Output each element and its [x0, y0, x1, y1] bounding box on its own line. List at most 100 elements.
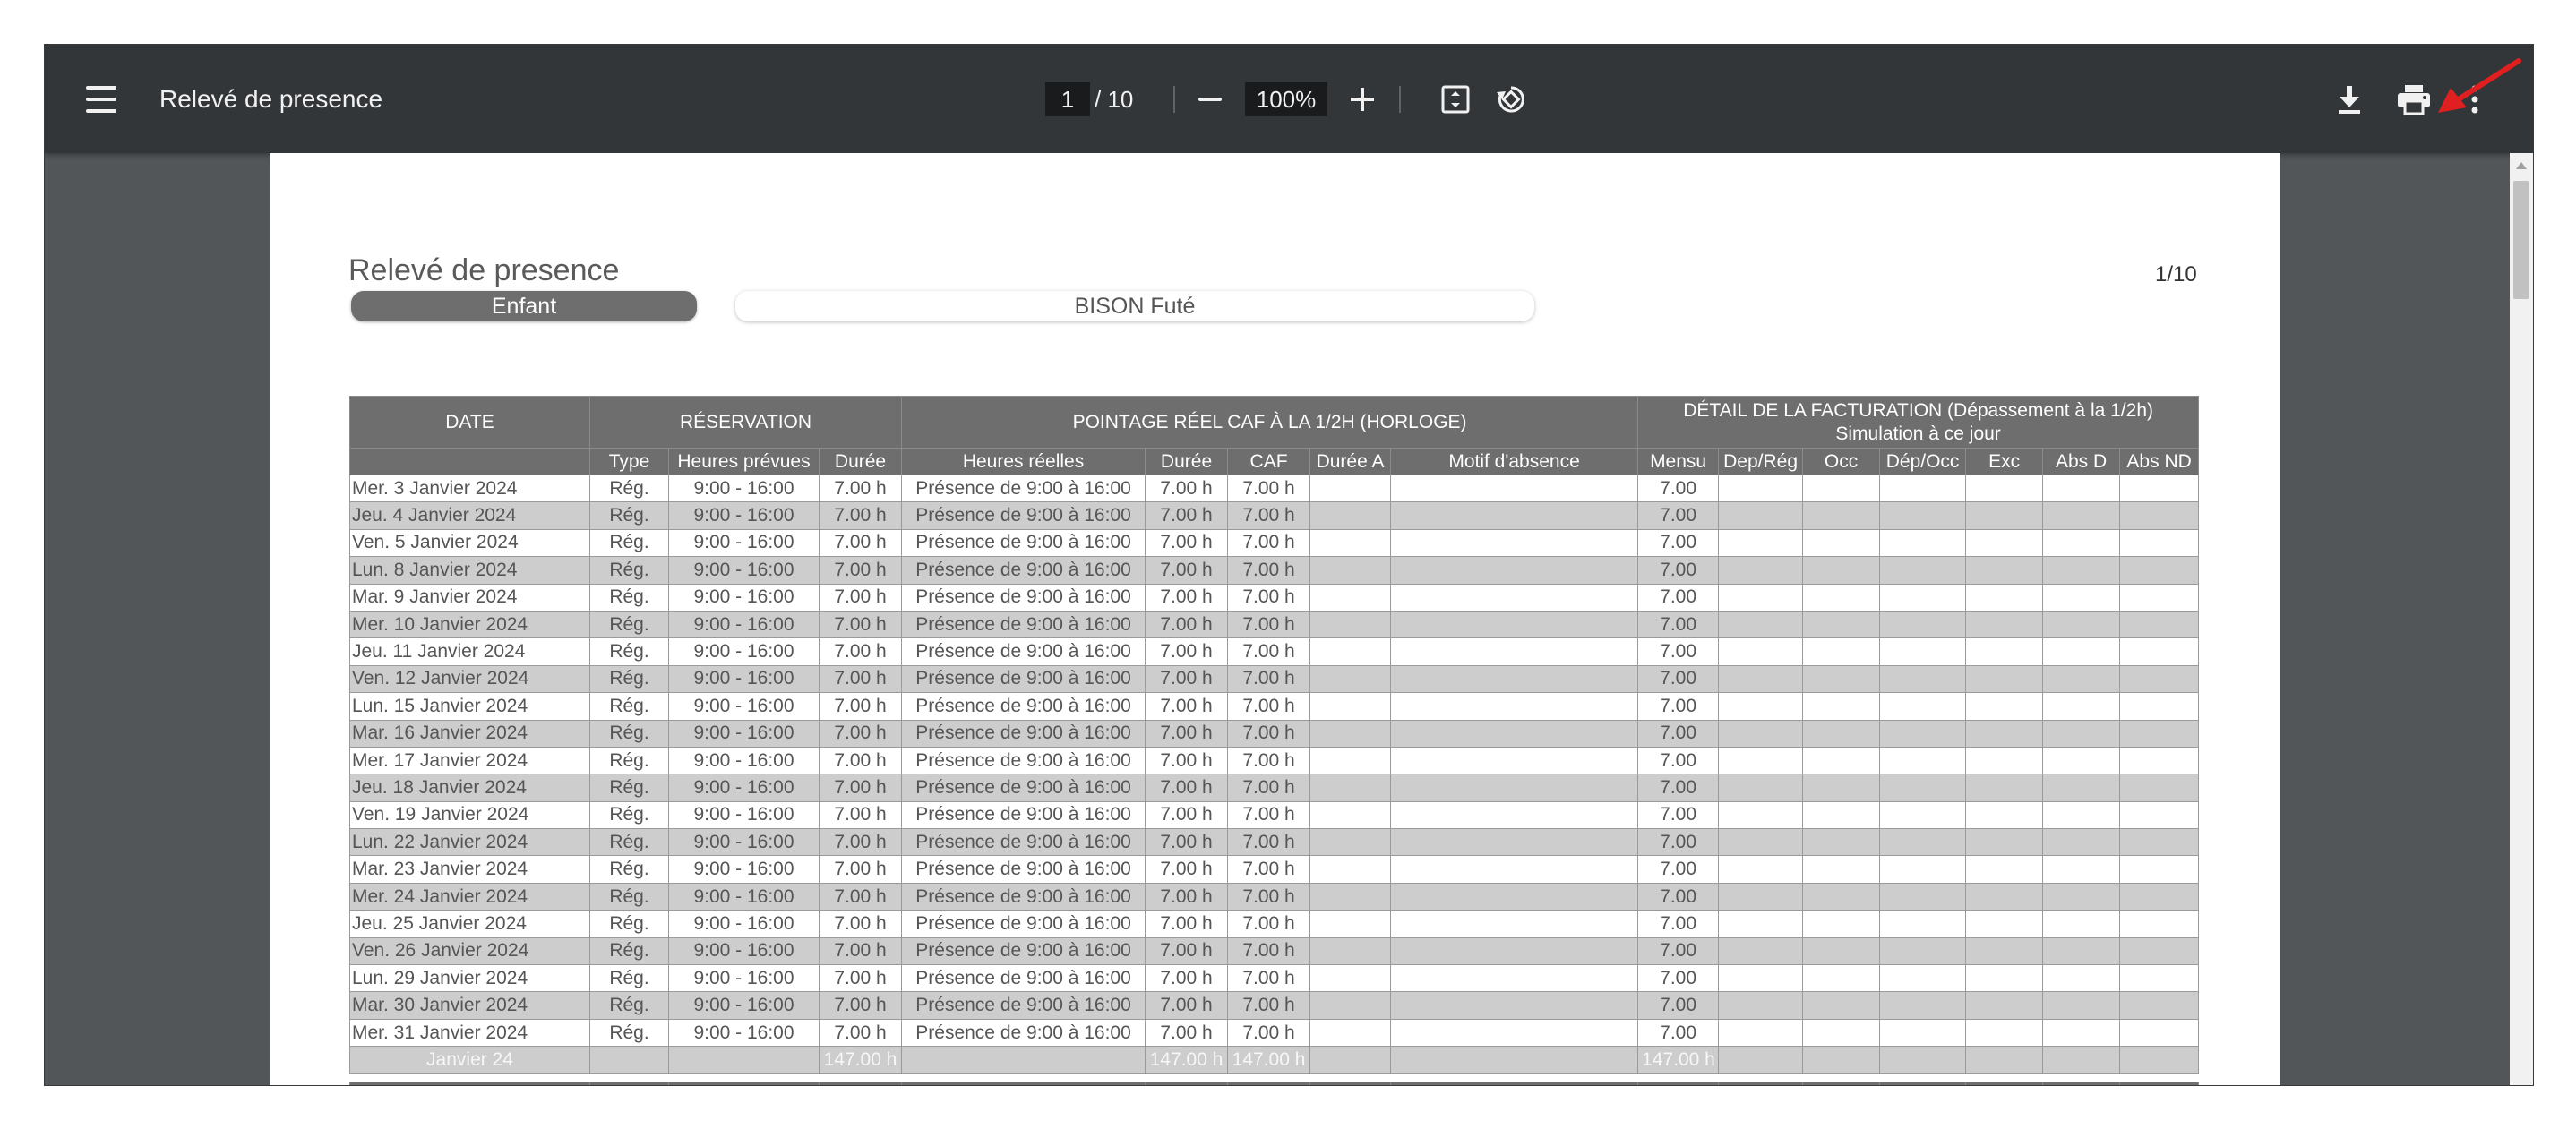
column-header: Heures réelles [901, 448, 1146, 475]
table-cell [1390, 964, 1639, 993]
table-cell [1390, 882, 1639, 911]
table-cell: 7.00 h [1227, 610, 1311, 639]
table-cell: 9:00 - 16:00 [668, 910, 820, 938]
table-cell: Rég. [589, 474, 669, 503]
table-cell: 147.00 h [1227, 1082, 1311, 1085]
table-cell [1965, 746, 2044, 775]
group-header-reservation: RÉSERVATION [588, 396, 903, 449]
column-header: CAF [1227, 448, 1311, 475]
table-row: Lun. 8 Janvier 2024 Rég. 9:00 - 16:00 7.00 … [349, 556, 2200, 585]
table-cell [2042, 583, 2121, 612]
table-cell: Rég. [589, 882, 669, 911]
table-cell: 9:00 - 16:00 [668, 1018, 820, 1048]
table-cell [1718, 964, 1804, 993]
table-cell [1718, 828, 1804, 857]
table-cell [2119, 828, 2200, 857]
column-header [349, 448, 590, 475]
table-row: Ven. 12 Janvier 2024 Rég. 9:00 - 16:00 7.00… [349, 664, 2200, 694]
table-cell: 7.00 h [1227, 528, 1311, 558]
menu-icon[interactable] [81, 79, 122, 120]
table-cell [1718, 637, 1804, 666]
table-cell [1309, 964, 1392, 993]
table-cell [2042, 964, 2121, 993]
table-cell [1390, 1082, 1639, 1085]
table-cell [2042, 719, 2121, 748]
table-cell: 7.00 h [1145, 556, 1229, 585]
table-cell [1718, 1046, 1804, 1075]
attendance-table: DATE RÉSERVATION POINTAGE RÉEL CAF À LA … [349, 396, 2200, 1085]
table-cell [2042, 991, 2121, 1020]
table-cell: 7.00 [1637, 828, 1720, 857]
table-cell: 7.00 [1637, 855, 1720, 884]
table-cell: Mar. 16 Janvier 2024 [349, 719, 590, 748]
table-cell: 7.00 [1637, 937, 1720, 966]
table-cell [1879, 800, 1967, 830]
table-cell: 7.00 [1637, 637, 1720, 666]
table-cell [2119, 910, 2200, 938]
table-cell [1718, 664, 1804, 694]
scrollbar-thumb[interactable] [2513, 181, 2529, 299]
fit-page-icon[interactable] [1437, 81, 1474, 118]
table-cell: 7.00 h [1227, 719, 1311, 748]
table-cell [1965, 1046, 2044, 1075]
table-cell: 7.00 h [1227, 664, 1311, 694]
table-cell [2042, 692, 2121, 721]
table-cell: 7.00 [1637, 556, 1720, 585]
table-cell [1309, 474, 1392, 503]
table-cell: 7.00 h [818, 855, 903, 884]
table-cell: 7.00 h [1227, 964, 1311, 993]
table-cell [1965, 828, 2044, 857]
zoom-out-icon[interactable] [1191, 81, 1229, 118]
table-cell [1309, 828, 1392, 857]
page-number-input[interactable]: 1 [1045, 82, 1090, 116]
table-cell [1802, 692, 1881, 721]
table-cell [2119, 1082, 2200, 1085]
table-cell: 7.00 h [818, 719, 903, 748]
table-row: Ven. 5 Janvier 2024 Rég. 9:00 - 16:00 7.00 … [349, 528, 2200, 558]
table-cell: 7.00 h [1145, 774, 1229, 802]
table-cell: 147.00 h [818, 1046, 903, 1075]
table-cell: Ven. 19 Janvier 2024 [349, 800, 590, 830]
table-cell [1802, 474, 1881, 503]
table-cell [1879, 1082, 1967, 1085]
table-row: Lun. 15 Janvier 2024 Rég. 9:00 - 16:00 7.00… [349, 692, 2200, 721]
table-cell [1309, 501, 1392, 530]
table-cell: Présence de 9:00 à 16:00 [901, 528, 1146, 558]
column-header: Abs D [2042, 448, 2121, 475]
table-cell: 7.00 h [818, 991, 903, 1020]
table-cell: 7.00 h [1227, 991, 1311, 1020]
table-cell [1718, 1082, 1804, 1085]
table-cell [1390, 637, 1639, 666]
table-cell: 7.00 h [818, 800, 903, 830]
table-cell: Rég. [589, 937, 669, 966]
table-cell: 9:00 - 16:00 [668, 664, 820, 694]
table-cell [2042, 1018, 2121, 1048]
table-cell: Rég. [589, 719, 669, 748]
table-cell [1802, 501, 1881, 530]
download-icon[interactable] [2329, 79, 2370, 120]
table-row: Ven. 26 Janvier 2024 Rég. 9:00 - 16:00 7.00… [349, 937, 2200, 966]
table-cell: 7.00 h [1227, 556, 1311, 585]
table-cell: 7.00 h [818, 583, 903, 612]
table-cell [1718, 1018, 1804, 1048]
table-cell: 7.00 h [1145, 855, 1229, 884]
table-cell [1718, 937, 1804, 966]
table-cell: 7.00 h [818, 610, 903, 639]
table-cell: 7.00 h [1227, 800, 1311, 830]
table-cell: Présence de 9:00 à 16:00 [901, 964, 1146, 993]
table-cell [2119, 1018, 2200, 1048]
table-cell: 9:00 - 16:00 [668, 556, 820, 585]
zoom-input[interactable]: 100% [1245, 82, 1327, 116]
table-cell: Présence de 9:00 à 16:00 [901, 774, 1146, 802]
table-cell: 7.00 h [818, 474, 903, 503]
table-cell: Présence de 9:00 à 16:00 [901, 855, 1146, 884]
table-cell [1965, 692, 2044, 721]
table-cell: Rég. [589, 855, 669, 884]
rotate-icon[interactable] [1490, 79, 1532, 120]
table-cell: Rég. [589, 664, 669, 694]
zoom-in-icon[interactable] [1344, 81, 1381, 118]
scroll-up-icon[interactable] [2510, 153, 2533, 178]
column-header: Durée [1145, 448, 1229, 475]
table-cell: 147.00 h [1145, 1082, 1229, 1085]
table-cell [2119, 855, 2200, 884]
